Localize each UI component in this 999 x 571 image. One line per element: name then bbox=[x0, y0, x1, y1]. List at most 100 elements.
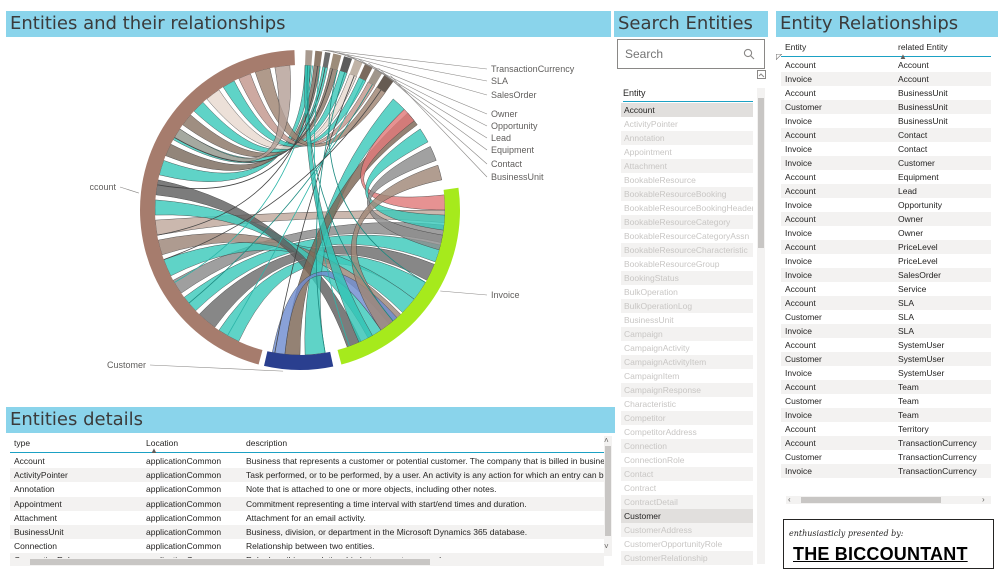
table-row[interactable]: Account BusinessUnit bbox=[781, 86, 991, 100]
table-row[interactable]: Account applicationCommon Business that re… bbox=[10, 454, 604, 468]
entity-list-item[interactable]: Contact bbox=[621, 467, 753, 481]
column-header-related-entity[interactable]: related Entity bbox=[898, 42, 948, 52]
table-row[interactable]: Account Lead bbox=[781, 184, 991, 198]
entity-list-scrollbar[interactable] bbox=[757, 88, 765, 564]
table-row[interactable]: Invoice Team bbox=[781, 408, 991, 422]
entity-list-item[interactable]: Competitor bbox=[621, 411, 753, 425]
entity-list-item[interactable]: CampaignActivity bbox=[621, 341, 753, 355]
entity-list-item[interactable]: CustomerOpportunityRole bbox=[621, 537, 753, 551]
entity-list-item[interactable]: Annotation bbox=[621, 131, 753, 145]
entity-list-item[interactable]: ContractDetail bbox=[621, 495, 753, 509]
table-row[interactable]: Invoice PriceLevel bbox=[781, 254, 991, 268]
details-h-scroll-thumb[interactable] bbox=[30, 559, 430, 565]
table-row[interactable]: Account Owner bbox=[781, 212, 991, 226]
entity-list-item[interactable]: CampaignResponse bbox=[621, 383, 753, 397]
brand-name[interactable]: THE BICCOUNTANT bbox=[793, 544, 968, 565]
scroll-right-icon[interactable]: › bbox=[982, 495, 985, 504]
table-row[interactable]: Account SystemUser bbox=[781, 338, 991, 352]
chord-label[interactable]: SalesOrder bbox=[491, 90, 537, 100]
entity-list-item[interactable]: Account bbox=[621, 103, 753, 117]
table-row[interactable]: Invoice Account bbox=[781, 72, 991, 86]
table-row[interactable]: Customer TransactionCurrency bbox=[781, 450, 991, 464]
chord-label[interactable]: Customer bbox=[107, 360, 146, 370]
chord-label[interactable]: Contact bbox=[491, 159, 523, 169]
table-row[interactable]: Attachment applicationCommon Attachment fo… bbox=[10, 511, 604, 525]
entity-list-item[interactable]: CompetitorAddress bbox=[621, 425, 753, 439]
chord-label[interactable]: BusinessUnit bbox=[491, 172, 544, 182]
entity-list-item[interactable]: BookableResourceGroup bbox=[621, 257, 753, 271]
entity-list-item[interactable]: CampaignItem bbox=[621, 369, 753, 383]
entity-list-item[interactable]: Characteristic bbox=[621, 397, 753, 411]
entity-list-item[interactable]: BookingStatus bbox=[621, 271, 753, 285]
entity-list-item[interactable]: Campaign bbox=[621, 327, 753, 341]
entity-list-item[interactable]: BookableResourceBookingHeader bbox=[621, 201, 753, 215]
table-row[interactable]: Account Team bbox=[781, 380, 991, 394]
table-row[interactable]: Connection applicationCommon Relationship … bbox=[10, 539, 604, 553]
entity-arc[interactable] bbox=[305, 50, 313, 66]
entity-arc[interactable] bbox=[330, 53, 342, 70]
table-row[interactable]: ActivityPointer applicationCommon Task per… bbox=[10, 468, 604, 483]
scroll-up-icon[interactable]: ˄ bbox=[604, 436, 609, 445]
entity-list-item[interactable]: Appointment bbox=[621, 145, 753, 159]
entity-list-item[interactable]: ConnectionRole bbox=[621, 453, 753, 467]
table-row[interactable]: Invoice SystemUser bbox=[781, 366, 991, 380]
relationships-h-scrollbar[interactable]: ‹ › bbox=[786, 495, 991, 504]
chord-label[interactable]: Opportunity bbox=[491, 121, 538, 131]
search-field[interactable] bbox=[617, 39, 765, 69]
column-header-description[interactable]: description bbox=[246, 438, 287, 448]
entity-arc[interactable] bbox=[313, 50, 323, 67]
entity-list-item[interactable]: CustomerAddress bbox=[621, 523, 753, 537]
column-header-type[interactable]: type bbox=[14, 438, 30, 448]
entity-list-scroll-thumb[interactable] bbox=[758, 98, 764, 248]
table-row[interactable]: Invoice Customer bbox=[781, 156, 991, 170]
details-h-scrollbar[interactable] bbox=[10, 558, 604, 566]
entity-list-item[interactable]: BookableResourceCategory bbox=[621, 215, 753, 229]
chord-label[interactable]: Lead bbox=[491, 133, 511, 143]
table-row[interactable]: Invoice Opportunity bbox=[781, 198, 991, 212]
search-icon[interactable] bbox=[743, 48, 755, 60]
chord-label[interactable]: Account bbox=[90, 182, 116, 192]
relationships-h-scroll-thumb[interactable] bbox=[801, 497, 941, 503]
entity-arc[interactable] bbox=[322, 51, 331, 68]
table-row[interactable]: Account Account bbox=[781, 58, 991, 72]
table-row[interactable]: Account Service bbox=[781, 282, 991, 296]
details-v-scroll-thumb[interactable] bbox=[605, 446, 611, 536]
entity-list-item[interactable]: Customer bbox=[621, 509, 753, 523]
details-v-scrollbar[interactable]: ˄ ˅ bbox=[604, 436, 612, 556]
entity-list-item[interactable]: BookableResourceCategoryAssn bbox=[621, 229, 753, 243]
entity-list-item[interactable]: ActivityPointer bbox=[621, 117, 753, 131]
table-row[interactable]: Invoice SLA bbox=[781, 324, 991, 338]
table-row[interactable]: Account Equipment bbox=[781, 170, 991, 184]
table-row[interactable]: Annotation applicationCommon Note that is … bbox=[10, 482, 604, 496]
entity-list[interactable]: Account ActivityPointer Annotation Appointm… bbox=[621, 103, 753, 565]
entity-arc[interactable] bbox=[339, 56, 353, 73]
table-row[interactable]: Invoice Contact bbox=[781, 142, 991, 156]
entity-list-item[interactable]: BookableResourceCharacteristic bbox=[621, 243, 753, 257]
table-row[interactable]: Customer SystemUser bbox=[781, 352, 991, 366]
scroll-left-icon[interactable]: ‹ bbox=[788, 495, 791, 504]
entity-list-header[interactable]: Entity bbox=[623, 86, 753, 102]
table-row[interactable]: Invoice BusinessUnit bbox=[781, 114, 991, 128]
table-row[interactable]: Account PriceLevel bbox=[781, 240, 991, 254]
entity-list-item[interactable]: BusinessUnit bbox=[621, 313, 753, 327]
entity-list-item[interactable]: BulkOperation bbox=[621, 285, 753, 299]
chord-label[interactable]: Invoice bbox=[491, 290, 520, 300]
chord-label[interactable]: SLA bbox=[491, 76, 508, 86]
chord-label[interactable]: TransactionCurrency bbox=[491, 64, 575, 74]
entity-list-item[interactable]: BookableResourceBooking bbox=[621, 187, 753, 201]
entity-list-item[interactable]: CampaignActivityItem bbox=[621, 355, 753, 369]
entity-list-item[interactable]: BulkOperationLog bbox=[621, 299, 753, 313]
search-input[interactable] bbox=[618, 40, 738, 68]
table-row[interactable]: Customer BusinessUnit bbox=[781, 100, 991, 114]
table-row[interactable]: Customer SLA bbox=[781, 310, 991, 324]
table-row[interactable]: Account Contact bbox=[781, 128, 991, 142]
scroll-down-icon[interactable]: ˅ bbox=[604, 542, 609, 551]
table-row[interactable]: Account Territory bbox=[781, 422, 991, 436]
table-row[interactable]: Customer Team bbox=[781, 394, 991, 408]
table-row[interactable]: Invoice TransactionCurrency bbox=[781, 464, 991, 478]
table-row[interactable]: BusinessUnit applicationCommon Business, d… bbox=[10, 524, 604, 540]
table-row[interactable]: Invoice Owner bbox=[781, 226, 991, 240]
entity-list-item[interactable]: CustomerRelationship bbox=[621, 551, 753, 565]
chord-label[interactable]: Equipment bbox=[491, 145, 535, 155]
clear-filter-icon[interactable] bbox=[757, 70, 766, 79]
